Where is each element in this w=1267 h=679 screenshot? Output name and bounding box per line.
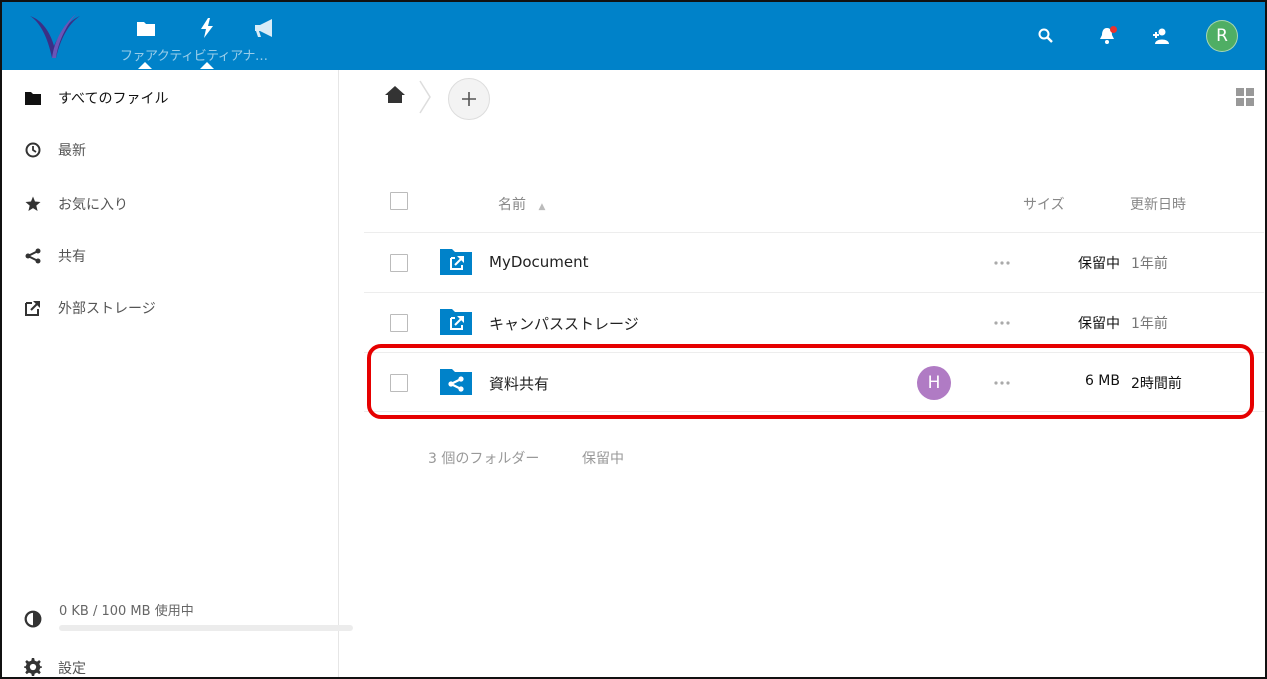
settings-button[interactable]: 設定 xyxy=(2,644,339,677)
plus-icon xyxy=(462,92,476,106)
top-header: ファアクティビティアナ… R xyxy=(2,2,1265,70)
file-modified: 1年前 xyxy=(1131,316,1168,332)
settings-label: 設定 xyxy=(58,661,86,677)
logo-icon[interactable] xyxy=(26,12,82,62)
share-icon xyxy=(24,247,42,265)
home-icon[interactable] xyxy=(384,84,406,106)
folder-icon xyxy=(24,89,42,107)
sidebar-item-label: すべてのファイル xyxy=(58,91,169,107)
sidebar-item-label: 共有 xyxy=(58,249,86,265)
sidebar-item-favorites[interactable]: お気に入り xyxy=(2,178,339,230)
table-row[interactable]: MyDocument 保留中 1年前 xyxy=(364,232,1264,292)
column-header-size[interactable]: サイズ xyxy=(1023,194,1065,214)
search-icon[interactable] xyxy=(1034,24,1058,48)
star-icon xyxy=(24,195,42,213)
file-modified: 1年前 xyxy=(1131,256,1168,272)
sidebar-item-label: 最新 xyxy=(58,143,86,159)
highlight-box xyxy=(367,344,1254,419)
sidebar-item-recent[interactable]: 最新 xyxy=(2,124,339,176)
contacts-icon[interactable] xyxy=(1149,24,1173,48)
column-header-name[interactable]: 名前 ▲ xyxy=(498,194,545,214)
external-link-icon xyxy=(24,299,42,317)
file-name[interactable]: キャンパスストレージ xyxy=(489,313,639,334)
app-caret xyxy=(200,62,214,69)
folder-icon xyxy=(137,22,155,36)
breadcrumb-separator xyxy=(419,80,431,114)
sort-ascending-icon: ▲ xyxy=(538,202,546,212)
lightning-icon xyxy=(201,18,213,38)
select-all-checkbox[interactable] xyxy=(390,192,408,210)
user-avatar[interactable]: R xyxy=(1206,20,1238,52)
app-window: ファアクティビティアナ… R すべてのファイル 最新 お気に入り 共有 外部スト… xyxy=(0,0,1267,679)
files-app-icon[interactable] xyxy=(126,16,166,40)
sidebar-item-all-files[interactable]: すべてのファイル xyxy=(2,72,339,124)
quota-label: 0 KB / 100 MB 使用中 xyxy=(59,604,194,619)
active-app-caret xyxy=(138,62,152,69)
external-folder-icon xyxy=(440,309,472,335)
file-size: 保留中 xyxy=(1078,316,1120,332)
file-size: 保留中 xyxy=(1078,256,1120,272)
grid-view-icon[interactable] xyxy=(1236,88,1254,106)
quota-indicator: 0 KB / 100 MB 使用中 xyxy=(2,590,353,640)
notification-badge xyxy=(1110,26,1117,33)
summary-count: 3 個のフォルダー xyxy=(428,451,540,467)
table-row[interactable]: キャンパスストレージ 保留中 1年前 xyxy=(364,292,1264,352)
summary-size: 保留中 xyxy=(582,451,624,467)
file-name[interactable]: MyDocument xyxy=(489,253,589,271)
column-header-modified[interactable]: 更新日時 xyxy=(1130,194,1186,214)
sidebar: すべてのファイル 最新 お気に入り 共有 外部ストレージ 0 KB / 100 … xyxy=(2,70,353,677)
sidebar-item-label: お気に入り xyxy=(58,197,128,213)
sidebar-item-external-storage[interactable]: 外部ストレージ xyxy=(2,282,339,334)
external-folder-icon xyxy=(440,249,472,275)
sidebar-item-label: 外部ストレージ xyxy=(58,301,156,317)
more-actions-icon[interactable] xyxy=(994,261,1010,265)
sidebar-item-shared[interactable]: 共有 xyxy=(2,230,339,282)
more-actions-icon[interactable] xyxy=(994,321,1010,325)
megaphone-icon xyxy=(255,19,272,37)
pie-chart-icon xyxy=(24,610,42,628)
row-checkbox[interactable] xyxy=(390,254,408,272)
announcements-app-icon[interactable] xyxy=(246,16,286,40)
quota-bar xyxy=(59,625,353,631)
activity-app-icon[interactable] xyxy=(187,16,227,40)
add-new-button[interactable] xyxy=(448,78,490,120)
clock-icon xyxy=(24,141,42,159)
row-checkbox[interactable] xyxy=(390,314,408,332)
column-header-label: 名前 xyxy=(498,197,526,213)
gear-icon xyxy=(24,658,42,676)
